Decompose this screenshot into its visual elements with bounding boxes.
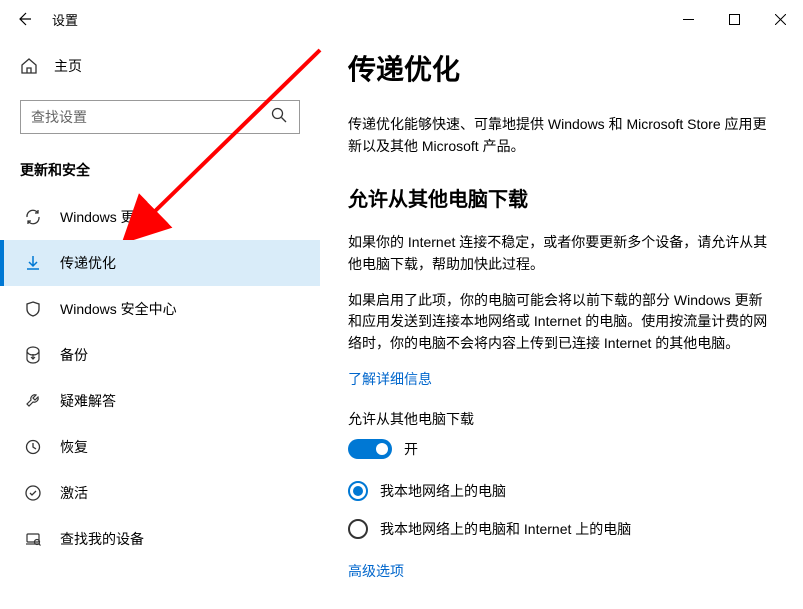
home-label: 主页 <box>54 56 82 76</box>
content-area: 传递优化 传递优化能够快速、可靠地提供 Windows 和 Microsoft … <box>320 38 803 609</box>
close-button[interactable] <box>757 3 803 35</box>
search-icon <box>271 107 289 128</box>
search-input[interactable] <box>31 109 271 125</box>
radio-dot <box>353 486 363 496</box>
sidebar-item-windows-update[interactable]: Windows 更新 <box>0 194 320 240</box>
titlebar: 设置 <box>0 0 803 38</box>
delivery-icon <box>24 254 42 272</box>
radio-button <box>348 519 368 539</box>
radio-label: 我本地网络上的电脑和 Internet 上的电脑 <box>380 519 631 539</box>
toggle-label: 允许从其他电脑下载 <box>348 409 771 429</box>
toggle-row: 开 <box>348 439 771 459</box>
radio-label: 我本地网络上的电脑 <box>380 481 506 501</box>
sidebar-item-label: 恢复 <box>60 437 88 457</box>
learn-more-link[interactable]: 了解详细信息 <box>348 371 432 387</box>
sidebar-item-label: Windows 安全中心 <box>60 299 177 319</box>
sidebar-item-label: 备份 <box>60 345 88 365</box>
window-title: 设置 <box>52 10 78 29</box>
maximize-icon <box>729 14 740 25</box>
wrench-icon <box>24 392 42 410</box>
shield-icon <box>24 300 42 318</box>
toggle-state: 开 <box>404 439 418 459</box>
intro-text: 传递优化能够快速、可靠地提供 Windows 和 Microsoft Store… <box>348 114 771 157</box>
sidebar-item-delivery-optimization[interactable]: 传递优化 <box>0 240 320 286</box>
search-box[interactable] <box>20 100 300 134</box>
sidebar-item-label: 传递优化 <box>60 253 116 273</box>
sidebar-item-backup[interactable]: 备份 <box>0 332 320 378</box>
sidebar: 主页 更新和安全 Windows 更新 传递优化 Windows 安 <box>0 38 320 609</box>
toggle-knob <box>376 443 388 455</box>
recover-icon <box>24 438 42 456</box>
main-container: 主页 更新和安全 Windows 更新 传递优化 Windows 安 <box>0 38 803 609</box>
titlebar-left: 设置 <box>14 9 78 29</box>
sidebar-item-label: 疑难解答 <box>60 391 116 411</box>
sidebar-item-find-my-device[interactable]: 查找我的设备 <box>0 516 320 562</box>
window-controls <box>665 3 803 35</box>
sidebar-item-label: 激活 <box>60 483 88 503</box>
minimize-icon <box>683 14 694 25</box>
sidebar-item-windows-security[interactable]: Windows 安全中心 <box>0 286 320 332</box>
radio-local-and-internet[interactable]: 我本地网络上的电脑和 Internet 上的电脑 <box>348 519 771 539</box>
sidebar-item-label: 查找我的设备 <box>60 529 144 549</box>
maximize-button[interactable] <box>711 3 757 35</box>
back-arrow-icon <box>16 11 32 27</box>
radio-button-selected <box>348 481 368 501</box>
paragraph-2: 如果启用了此项，你的电脑可能会将以前下载的部分 Windows 更新和应用发送到… <box>348 290 771 355</box>
page-title: 传递优化 <box>348 48 771 88</box>
allow-download-toggle[interactable] <box>348 439 392 459</box>
find-icon <box>24 530 42 548</box>
home-icon <box>20 57 38 75</box>
advanced-options-link[interactable]: 高级选项 <box>348 561 771 581</box>
sidebar-item-label: Windows 更新 <box>60 207 149 227</box>
sidebar-item-troubleshoot[interactable]: 疑难解答 <box>0 378 320 424</box>
close-icon <box>775 14 786 25</box>
paragraph-1: 如果你的 Internet 连接不稳定，或者你要更新多个设备，请允许从其他电脑下… <box>348 232 771 275</box>
sidebar-item-recovery[interactable]: 恢复 <box>0 424 320 470</box>
minimize-button[interactable] <box>665 3 711 35</box>
back-button[interactable] <box>14 9 34 29</box>
activate-icon <box>24 484 42 502</box>
home-button[interactable]: 主页 <box>0 46 320 86</box>
backup-icon <box>24 346 42 364</box>
section-heading: 允许从其他电脑下载 <box>348 183 771 212</box>
sidebar-item-activation[interactable]: 激活 <box>0 470 320 516</box>
category-label: 更新和安全 <box>0 152 320 194</box>
sync-icon <box>24 208 42 226</box>
radio-local-network[interactable]: 我本地网络上的电脑 <box>348 481 771 501</box>
